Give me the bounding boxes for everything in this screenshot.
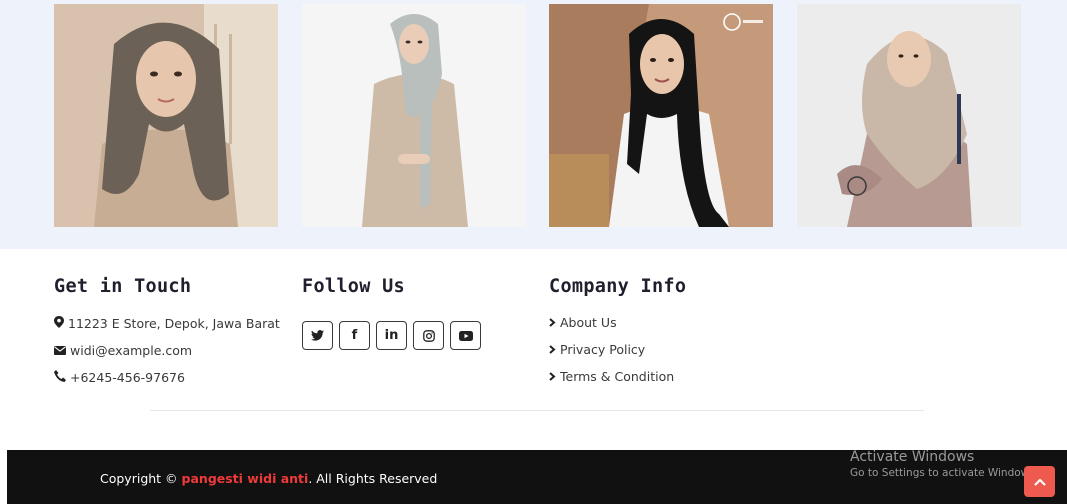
activate-subtitle: Go to Settings to activate Windows.: [850, 467, 1039, 479]
address-line: 11223 E Store, Depok, Jawa Barat: [54, 316, 280, 331]
phone-icon: [54, 370, 66, 385]
chevron-right-icon: [549, 369, 556, 384]
chevron-up-icon: [1033, 477, 1046, 486]
twitter-icon: [311, 330, 324, 341]
chevron-right-icon: [549, 315, 556, 330]
footer-divider: [150, 410, 924, 411]
envelope-icon: [54, 343, 66, 358]
link-label[interactable]: Privacy Policy: [560, 342, 645, 357]
gallery-image-3[interactable]: [549, 4, 773, 227]
activate-title: Activate Windows: [850, 449, 975, 465]
gallery-image-1[interactable]: [54, 4, 278, 227]
twitter-button[interactable]: [302, 321, 333, 350]
follow-title: Follow Us: [302, 276, 405, 297]
phone-line: +6245-456-97676: [54, 370, 185, 385]
activate-windows-watermark: Activate Windows Go to Settings to activ…: [850, 449, 1038, 479]
contact-email[interactable]: widi@example.com: [70, 343, 192, 358]
follow-section: Follow Us f in: [302, 276, 481, 350]
link-label[interactable]: About Us: [560, 315, 617, 330]
instagram-gallery: [0, 0, 1067, 249]
company-title: Company Info: [549, 276, 687, 297]
link-label[interactable]: Terms & Condition: [560, 369, 674, 384]
back-to-top-button[interactable]: [1024, 466, 1055, 497]
social-links: f in: [302, 321, 481, 350]
contact-address: 11223 E Store, Depok, Jawa Barat: [68, 316, 280, 331]
contact-section: Get in Touch 11223 E Store, Depok, Jawa …: [54, 276, 280, 385]
email-line: widi@example.com: [54, 343, 192, 358]
copyright-suffix: . All Rights Reserved: [308, 471, 438, 486]
link-about-us[interactable]: About Us: [549, 315, 617, 330]
instagram-icon: [422, 329, 435, 342]
link-terms-condition[interactable]: Terms & Condition: [549, 369, 674, 384]
map-marker-icon: [54, 316, 64, 331]
contact-title: Get in Touch: [54, 276, 192, 297]
brand-link[interactable]: pangesti widi anti: [182, 471, 309, 486]
link-privacy-policy[interactable]: Privacy Policy: [549, 342, 645, 357]
gallery-image-4[interactable]: [797, 4, 1021, 227]
copyright-text: Copyright © pangesti widi anti. All Righ…: [100, 471, 437, 486]
youtube-icon: [458, 330, 473, 341]
gallery-image-2[interactable]: [302, 4, 526, 227]
linkedin-button[interactable]: in: [376, 321, 407, 350]
youtube-button[interactable]: [450, 321, 481, 350]
facebook-button[interactable]: f: [339, 321, 370, 350]
chevron-right-icon: [549, 342, 556, 357]
linkedin-icon: in: [384, 328, 399, 343]
copyright-prefix: Copyright ©: [100, 471, 182, 486]
contact-phone[interactable]: +6245-456-97676: [70, 370, 185, 385]
instagram-button[interactable]: [413, 321, 444, 350]
company-section: Company Info About Us Privacy Policy Ter…: [549, 276, 687, 384]
facebook-icon: f: [351, 328, 358, 343]
